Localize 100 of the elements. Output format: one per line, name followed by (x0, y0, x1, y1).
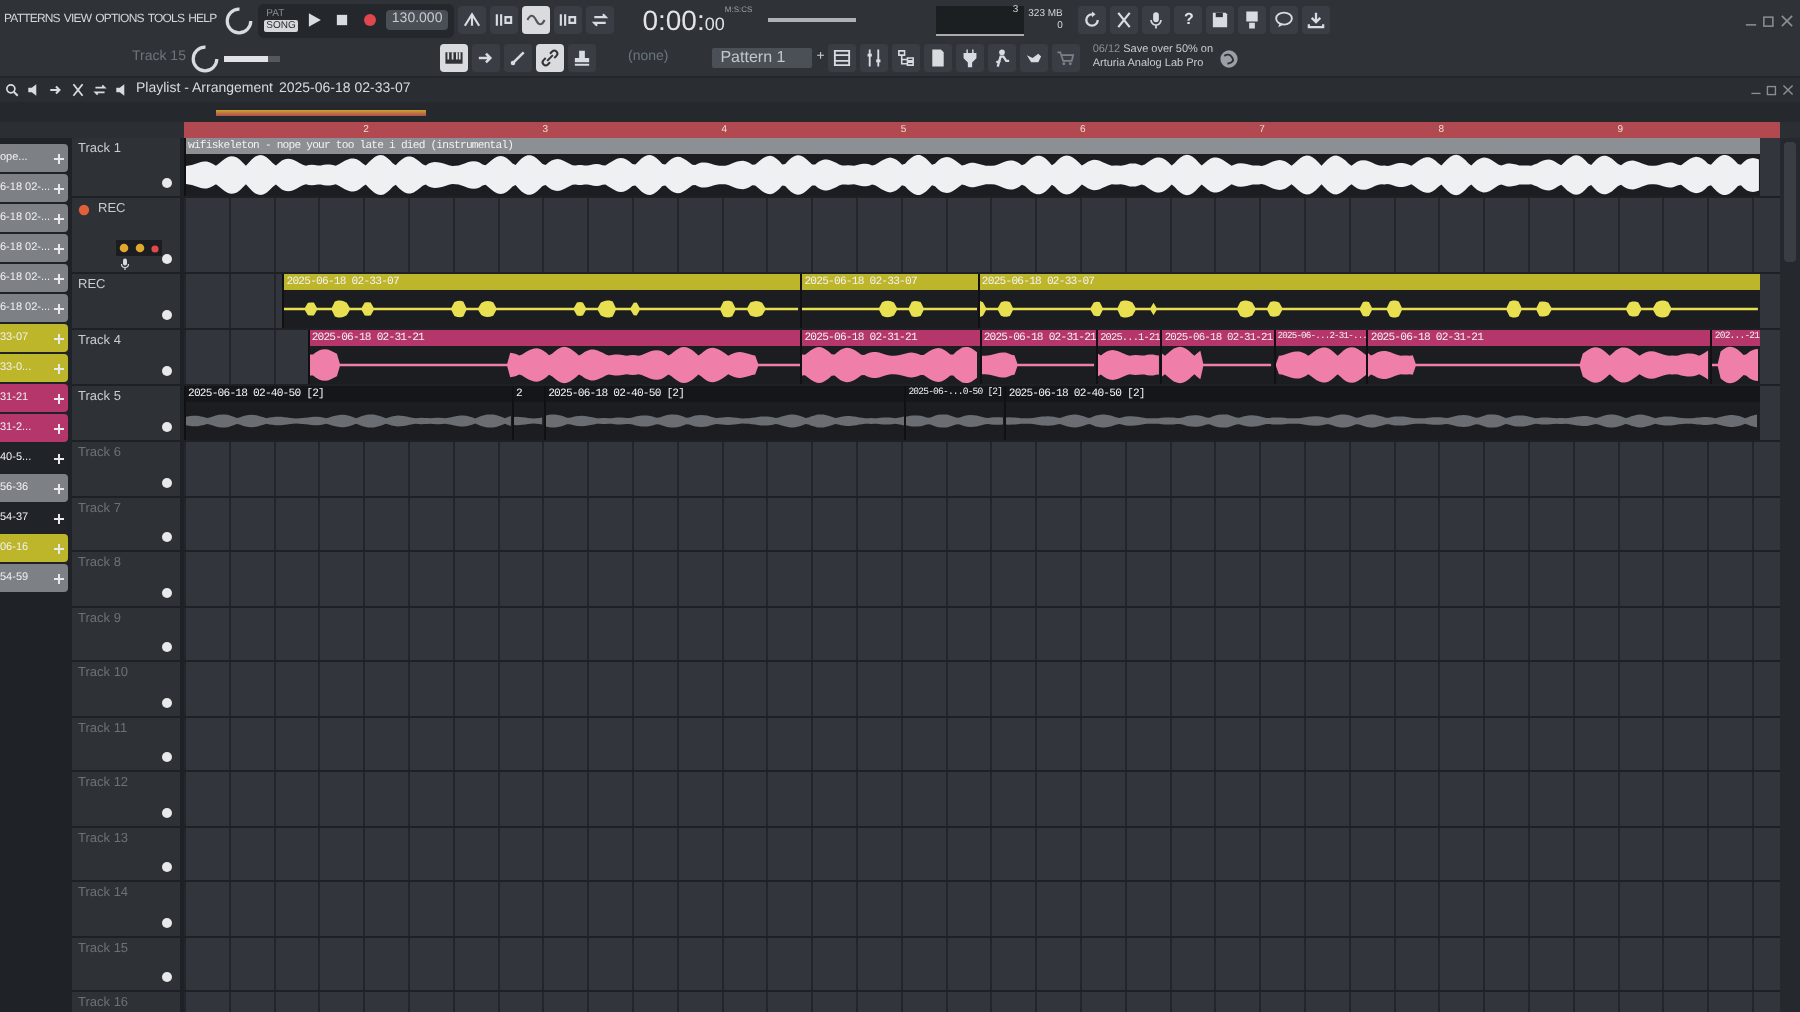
track-select-dot[interactable] (162, 862, 172, 872)
move-icon (52, 421, 66, 435)
maximize-icon[interactable] (1760, 11, 1778, 29)
metronome-icon (462, 10, 483, 30)
link-button[interactable] (535, 44, 564, 72)
move-icon (52, 481, 66, 495)
tree-icon (896, 48, 917, 68)
help-button[interactable]: ? (1174, 6, 1203, 34)
track-select-dot[interactable] (162, 697, 172, 707)
stamp-button[interactable] (567, 44, 596, 72)
sliders-icon (864, 48, 885, 68)
move-icon (52, 331, 66, 345)
metronome-button[interactable] (458, 6, 487, 34)
piano-icon (443, 48, 464, 68)
knob-icon[interactable] (224, 5, 255, 35)
document-button[interactable] (924, 44, 953, 72)
piano-button[interactable] (439, 44, 468, 72)
arrow-button[interactable] (471, 44, 500, 72)
overview-bar[interactable] (216, 109, 426, 115)
time-display: 0:00: (642, 5, 705, 35)
scroll-thumb[interactable] (1784, 142, 1796, 262)
move-icon (52, 181, 66, 195)
cart-icon (1056, 48, 1077, 68)
save-icon (1210, 10, 1231, 30)
microphone-icon[interactable] (118, 256, 132, 272)
track-select-dot[interactable] (162, 477, 172, 487)
link-icon (539, 48, 560, 68)
insert-controls[interactable] (116, 240, 162, 256)
move-icon (52, 541, 66, 555)
chat-button[interactable] (1270, 6, 1299, 34)
track-select-dot[interactable] (162, 178, 172, 188)
loop-icon[interactable] (92, 82, 108, 98)
move-icon (52, 301, 66, 315)
record-icon[interactable] (150, 243, 160, 253)
download-icon (1306, 10, 1327, 30)
pattern-selector[interactable]: Pattern 1 (712, 47, 813, 69)
move-icon (52, 571, 66, 585)
move-icon (52, 241, 66, 255)
record-icon[interactable] (78, 203, 90, 216)
person-icon (992, 48, 1013, 68)
sliders-button[interactable] (860, 44, 889, 72)
document-icon (928, 48, 949, 68)
track-select-dot[interactable] (162, 807, 172, 817)
move-icon (52, 451, 66, 465)
save-button[interactable] (1206, 6, 1235, 34)
person-button[interactable] (988, 44, 1017, 72)
time-fraction: 00 (704, 13, 725, 35)
chat-icon (1274, 10, 1295, 30)
track-select-dot[interactable] (162, 310, 172, 320)
track-select-dot[interactable] (162, 972, 172, 982)
move-icon (52, 151, 66, 165)
speaker-icon[interactable] (26, 82, 42, 98)
step-icon (558, 10, 579, 30)
globe-icon[interactable] (1217, 47, 1240, 69)
move-icon (52, 271, 66, 285)
track-select-dot[interactable] (162, 752, 172, 762)
maximize-icon[interactable] (1764, 82, 1780, 98)
microphone-icon (1146, 10, 1167, 30)
track-select-dot[interactable] (162, 254, 172, 264)
track-select-dot[interactable] (162, 587, 172, 597)
vertical-scrollbar[interactable] (1780, 138, 1800, 1012)
knob-icon[interactable] (189, 43, 220, 73)
microphone-button[interactable] (1142, 6, 1171, 34)
cross-button[interactable] (1110, 6, 1139, 34)
stamp-icon (571, 48, 592, 68)
speaker-icon[interactable] (114, 82, 130, 98)
bars-button[interactable] (490, 6, 519, 34)
cross-icon (1114, 10, 1135, 30)
track-select-dot[interactable] (162, 422, 172, 432)
download-button[interactable] (1302, 6, 1331, 34)
move-icon (52, 361, 66, 375)
loop-button[interactable] (586, 6, 615, 34)
zoom-icon[interactable] (4, 82, 20, 98)
mixer-icon (832, 48, 853, 68)
track-select-dot[interactable] (162, 642, 172, 652)
wave-button[interactable] (522, 6, 551, 34)
step-button[interactable] (554, 6, 583, 34)
track-select-dot[interactable] (162, 532, 172, 542)
loop-icon (590, 10, 611, 30)
close-icon[interactable] (1780, 82, 1796, 98)
cross-icon[interactable] (70, 82, 86, 98)
track-select-dot[interactable] (162, 366, 172, 376)
move-icon (52, 391, 66, 405)
refresh-icon (1082, 10, 1103, 30)
plug-icon (960, 48, 981, 68)
volume-slider[interactable] (223, 55, 280, 61)
wave-icon (526, 10, 547, 30)
tree-button[interactable] (892, 44, 921, 72)
track-select-dot[interactable] (162, 917, 172, 927)
refresh-button[interactable] (1078, 6, 1107, 34)
mixer-button[interactable] (828, 44, 857, 72)
brush-icon (507, 48, 528, 68)
move-icon (52, 211, 66, 225)
close-icon[interactable] (1778, 11, 1796, 29)
plug-button[interactable] (956, 44, 985, 72)
arrow-icon[interactable] (48, 82, 64, 98)
bars-icon (494, 10, 515, 30)
brush-button[interactable] (503, 44, 532, 72)
move-icon (52, 511, 66, 525)
arrow-icon (475, 48, 496, 68)
